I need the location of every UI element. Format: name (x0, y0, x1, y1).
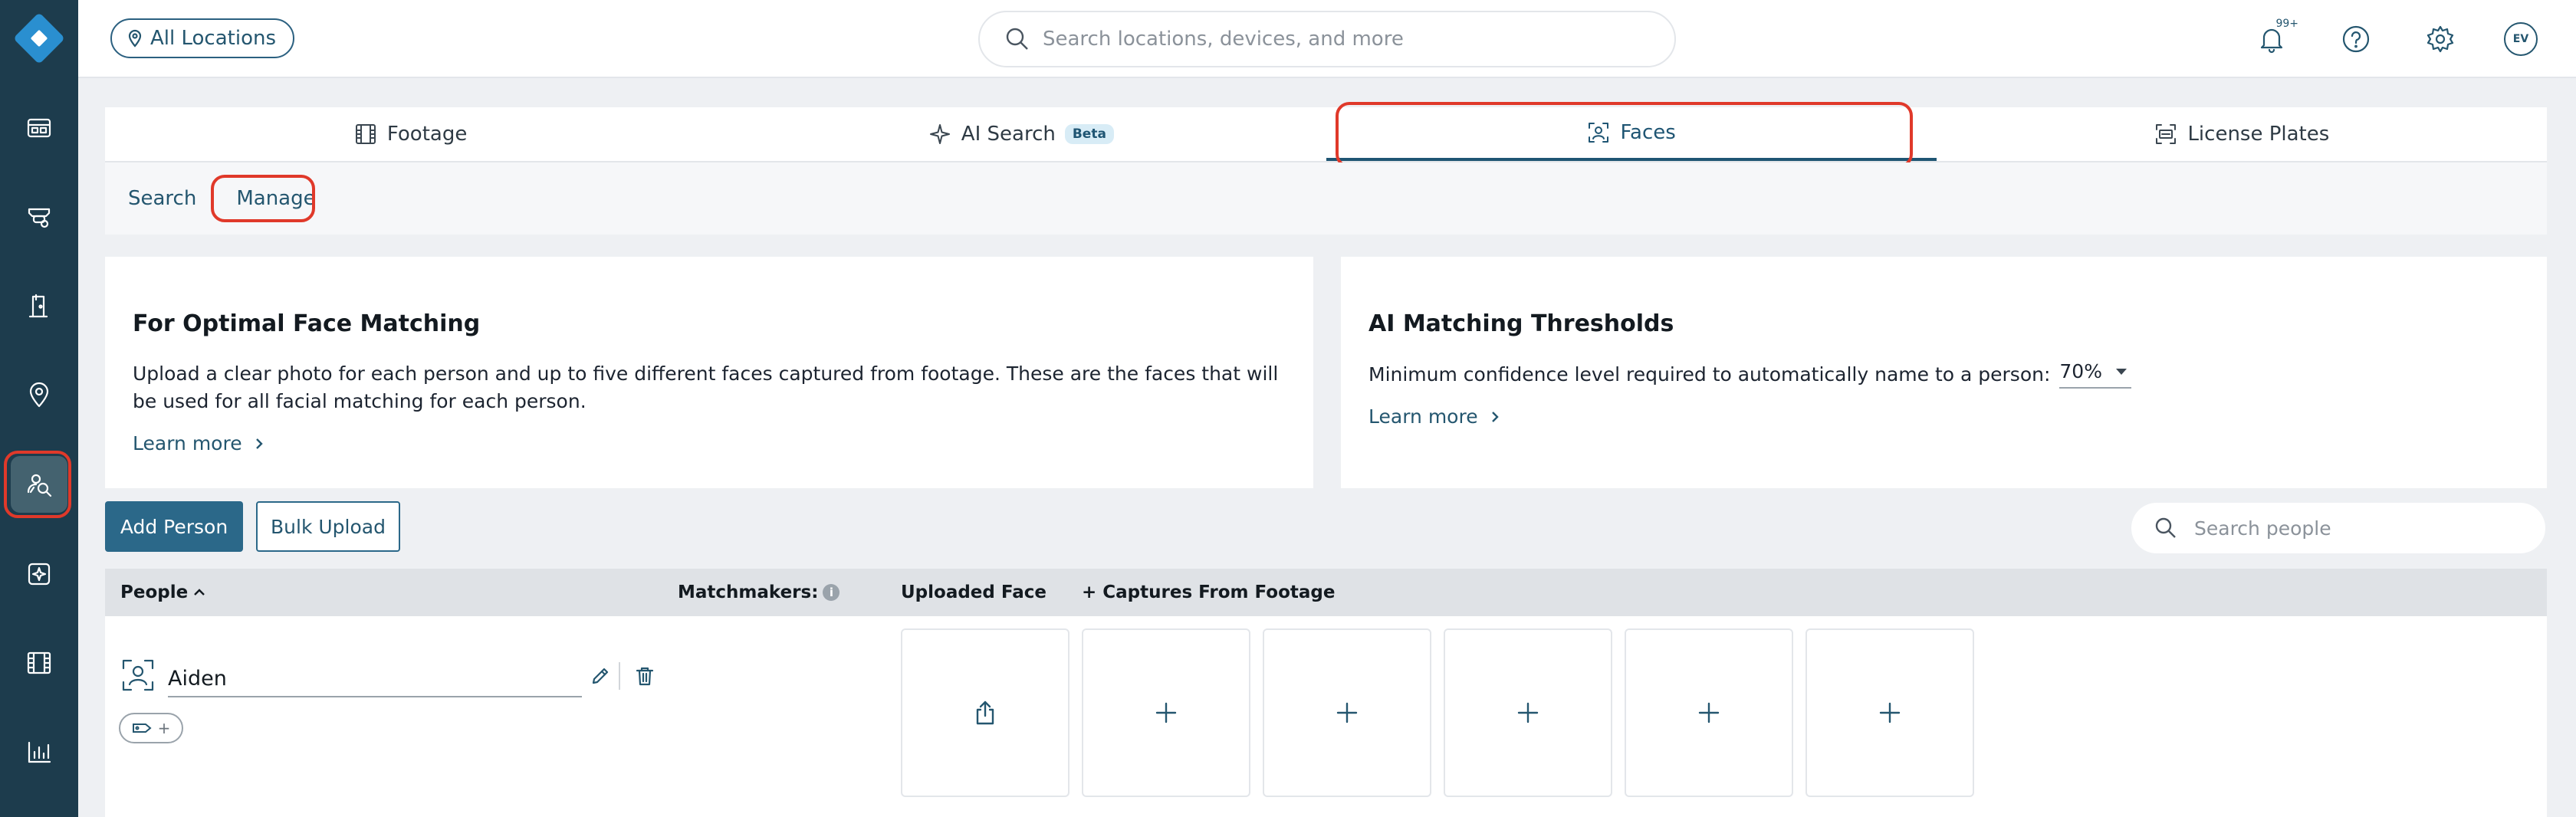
capture-slot[interactable] (1082, 628, 1250, 797)
capture-slot[interactable] (1263, 628, 1431, 797)
tab-license-plates[interactable]: License Plates (1937, 107, 2547, 161)
tab-footage-label: Footage (386, 123, 468, 146)
locations-icon[interactable] (11, 366, 67, 423)
alarms-icon[interactable] (11, 546, 67, 602)
tab-license-plates-label: License Plates (2187, 123, 2330, 146)
uploaded-face-header-label: Uploaded Face (901, 582, 1046, 602)
plate-scan-icon (2156, 124, 2177, 144)
all-locations-label: All Locations (150, 27, 277, 50)
sort-up-icon (194, 589, 205, 596)
settings-button[interactable] (2421, 20, 2459, 58)
upload-icon (976, 701, 994, 725)
subtab-search[interactable]: Search (128, 187, 196, 210)
person-name-field[interactable]: Aiden (168, 661, 582, 697)
thresholds-title: AI Matching Thresholds (1368, 310, 1674, 337)
person-icon (120, 658, 156, 693)
threshold-value: 70% (2059, 360, 2102, 382)
thresholds-learn-more-label: Learn more (1368, 405, 1478, 428)
people-header-label: People (120, 582, 189, 602)
global-search-box[interactable] (978, 11, 1676, 67)
beta-badge: Beta (1064, 124, 1114, 144)
manage-tab-highlight-annotation (211, 175, 315, 222)
top-bar: All Locations 99+ EV (78, 0, 2576, 78)
location-pin-icon (128, 29, 142, 48)
add-person-button[interactable]: Add Person (105, 501, 243, 552)
table-row: Aiden + (105, 616, 2547, 817)
tab-ai-search[interactable]: AI Search Beta (715, 107, 1326, 161)
optimal-learn-more-link[interactable]: Learn more (133, 432, 265, 454)
tab-footage[interactable]: Footage (105, 107, 715, 161)
help-icon (2342, 25, 2370, 53)
analytics-icon[interactable] (11, 723, 67, 780)
user-avatar[interactable]: EV (2504, 22, 2538, 56)
thresholds-learn-more-link[interactable]: Learn more (1368, 405, 1501, 428)
cameras-icon[interactable] (11, 189, 67, 245)
uploaded-face-column-header: Uploaded Face (901, 569, 1046, 616)
captures-column-header: + Captures From Footage (1082, 569, 1335, 616)
threshold-row: Minimum confidence level required to aut… (1368, 360, 2519, 389)
matchmakers-header-label: Matchmakers: (678, 582, 819, 602)
global-search-input[interactable] (1043, 28, 1656, 51)
help-button[interactable] (2337, 20, 2375, 58)
bulk-upload-button[interactable]: Bulk Upload (256, 501, 400, 552)
thresholds-card: AI Matching Thresholds Minimum confidenc… (1341, 257, 2547, 488)
chevron-right-icon (1491, 411, 1499, 422)
captures-header-label: + Captures From Footage (1082, 582, 1336, 602)
capture-slot[interactable] (1806, 628, 1974, 797)
sidebar-highlight-annotation (4, 451, 71, 518)
footage-icon[interactable] (11, 635, 67, 691)
plus-icon (1155, 702, 1177, 723)
app-logo[interactable] (12, 11, 67, 66)
divider (619, 662, 620, 690)
sidebar (0, 0, 78, 817)
search-icon (1006, 28, 1028, 50)
all-locations-button[interactable]: All Locations (110, 18, 295, 58)
plus-icon (1336, 702, 1358, 723)
uploaded-face-upload-box[interactable] (901, 628, 1070, 797)
chevron-right-icon (255, 438, 263, 449)
delete-person-button[interactable] (631, 662, 659, 690)
people-search-input[interactable] (2194, 517, 2532, 540)
notifications-badge: 99+ (2272, 17, 2302, 31)
optimal-matching-body: Upload a clear photo for each person and… (133, 363, 1279, 412)
search-icon (2155, 517, 2176, 538)
caret-down-icon (2115, 368, 2127, 375)
sub-tabs: Search Manage (105, 162, 2547, 235)
capture-slot[interactable] (1625, 628, 1793, 797)
faces-tab-highlight-annotation (1336, 102, 1913, 168)
main-tabs: Footage AI Search Beta Faces License Pla… (105, 107, 2547, 162)
dashboard-icon[interactable] (11, 100, 67, 156)
access-control-icon[interactable] (11, 277, 67, 334)
optimal-matching-title: For Optimal Face Matching (133, 310, 481, 337)
add-tag-button[interactable]: + (119, 713, 183, 743)
capture-slot[interactable] (1444, 628, 1612, 797)
edit-name-button[interactable] (586, 662, 614, 690)
people-table-header: People Matchmakers: i Uploaded Face + Ca… (105, 569, 2547, 616)
info-icon[interactable]: i (823, 584, 840, 601)
notifications-button[interactable]: 99+ (2252, 17, 2302, 58)
matchmakers-column-header: Matchmakers: i (678, 569, 840, 616)
threshold-select[interactable]: 70% (2059, 360, 2131, 389)
optimal-learn-more-label: Learn more (133, 432, 242, 454)
plus-icon (1698, 702, 1720, 723)
add-tag-label: + (157, 719, 171, 737)
threshold-label: Minimum confidence level required to aut… (1368, 363, 2051, 386)
film-icon (355, 124, 376, 144)
sparkle-icon (929, 124, 950, 144)
people-column-header[interactable]: People (120, 569, 206, 616)
trash-icon (636, 667, 654, 686)
tag-icon (132, 723, 152, 733)
plus-icon (1517, 702, 1539, 723)
pencil-icon (592, 668, 609, 684)
people-search-box[interactable] (2131, 503, 2545, 553)
gear-icon (2426, 25, 2454, 53)
optimal-matching-card: For Optimal Face Matching Upload a clear… (105, 257, 1313, 488)
plus-icon (1879, 702, 1901, 723)
tab-ai-search-label: AI Search (961, 123, 1056, 146)
